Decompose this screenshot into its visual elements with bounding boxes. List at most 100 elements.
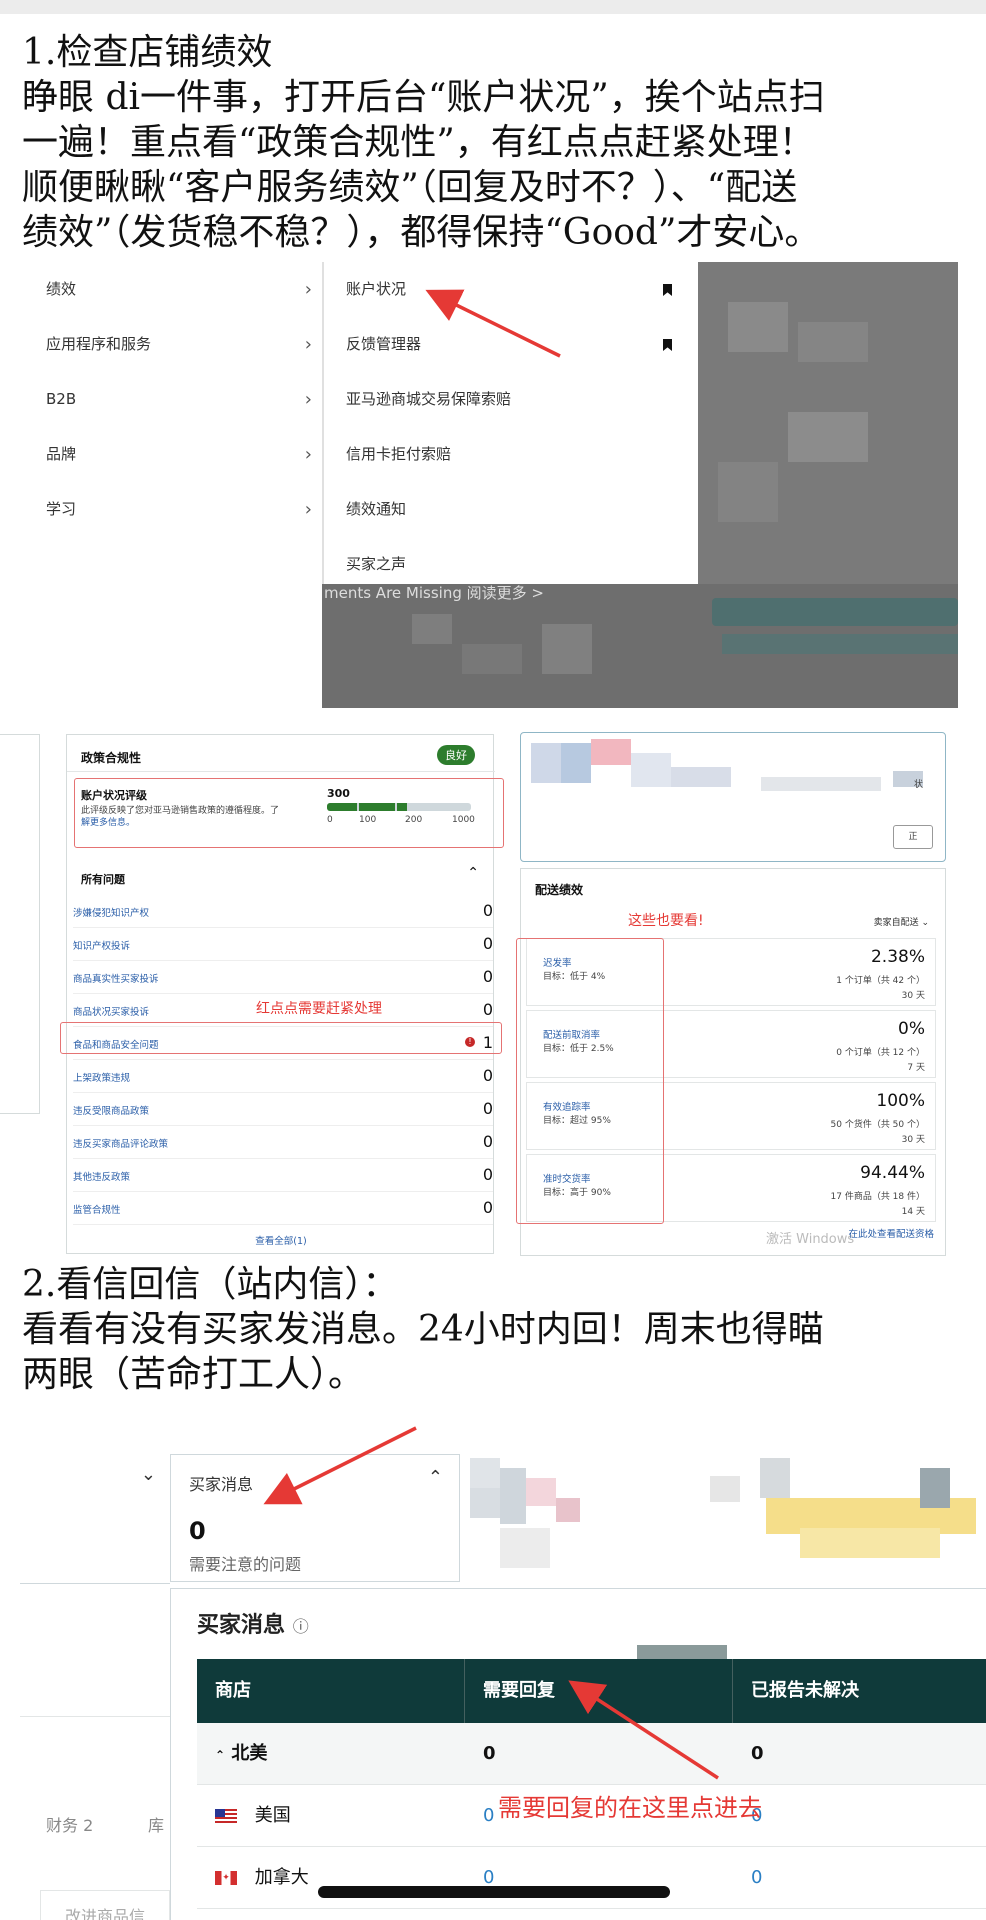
info-icon[interactable]: ⓘ [293, 1617, 309, 1636]
buyer-messages-table-card: 买家消息 ⓘ 商店 需要回复 已报告未解决 ⌃ 北美 0 0 美国 0 0 ✦ … [170, 1588, 986, 1920]
issue-count: 0 [482, 934, 493, 953]
menu-item-performance[interactable]: 绩效 › [46, 262, 322, 317]
submenu-panel: 账户状况 反馈管理器 亚马逊商城交易保障索赔 信用卡拒付索赔 绩效通知 买家之声 [322, 262, 698, 584]
table-title-text: 买家消息 [197, 1613, 286, 1638]
issue-count: 0 [482, 1099, 493, 1118]
reported-count-link[interactable]: 0 [733, 1847, 986, 1909]
issue-label: 涉嫌侵犯知识产权 [73, 908, 150, 919]
dimmed-notice-text: ments Are Missing 阅读更多 > [324, 584, 544, 602]
home-indicator[interactable] [318, 1886, 670, 1898]
section1-text: 1.检查店铺绩效 睁眼 di一件事，打开后台“账户状况”，挨个站点扫 一遍！重点… [22, 30, 972, 255]
menu-item-label: 应用程序和服务 [46, 335, 152, 353]
section1-line: 绩效”（发货稳不稳？），都得保持“Good”才安心。 [22, 212, 821, 253]
metric-period: 7 天 [907, 1063, 925, 1073]
highlight-box-metrics [516, 938, 664, 1224]
menu-item-apps[interactable]: 应用程序和服务 › [46, 317, 322, 372]
column-header-needs-reply[interactable]: 需要回复 [465, 1659, 733, 1723]
card-desc: 需要注意的问题 [189, 1555, 302, 1574]
policy-title: 政策合规性 [81, 751, 142, 765]
status-bar [0, 0, 986, 14]
chevron-up-icon[interactable]: ⌃ [467, 865, 479, 881]
menu-left-panel: 绩效 › 应用程序和服务 › B2B › 品牌 › 学习 › [22, 262, 322, 582]
status-badge: 良好 [437, 745, 475, 765]
issue-label: 违反买家商品评论政策 [73, 1139, 169, 1150]
chevron-right-icon: › [304, 444, 312, 465]
store-cell: ✦ 加拿大 [197, 1847, 465, 1909]
left-stub-card [0, 734, 40, 1114]
fulfillment-filter[interactable]: 卖家自配送 ⌄ [874, 915, 929, 928]
left-stub-improve: 改进商品信 [65, 1907, 146, 1920]
section1-line: 睁眼 di一件事，打开后台“账户状况”，挨个站点扫 [22, 77, 825, 118]
section2-text: 2.看信回信（站内信）： 看看有没有买家发消息。24小时内回！周末也得瞄 两眼（… [22, 1262, 972, 1397]
region-cell: ⌃ 北美 [197, 1723, 465, 1785]
metric-period: 30 天 [901, 1135, 925, 1145]
submenu-item-feedback[interactable]: 反馈管理器 [346, 317, 686, 372]
chevron-down-icon[interactable]: ⌄ [141, 1464, 156, 1485]
table-header: 商店 需要回复 已报告未解决 [197, 1659, 986, 1723]
blurred-card: 状 正 [520, 732, 946, 862]
table-row-region[interactable]: ⌃ 北美 0 0 [197, 1723, 986, 1785]
side-button[interactable]: 正 [893, 825, 933, 849]
region-name: 北美 [231, 1743, 268, 1764]
section2-line: 2.看信回信（站内信）： [22, 1264, 399, 1305]
buyer-messages-card[interactable]: 买家消息 ⌃ 0 需要注意的问题 [170, 1454, 460, 1582]
bookmark-icon[interactable] [663, 339, 672, 351]
highlight-box-alert [60, 1022, 502, 1054]
delivery-title: 配送绩效 [535, 883, 584, 897]
menu-screenshot: 绩效 › 应用程序和服务 › B2B › 品牌 › 学习 › 账户状况 反馈管理… [22, 262, 958, 708]
metric-value: 94.44% [860, 1163, 925, 1183]
issue-row[interactable]: 违反买家商品评论政策 0 [73, 1126, 493, 1159]
left-collapsed-card: ⌄ [20, 1454, 170, 1584]
submenu-item-label: 绩效通知 [346, 500, 407, 518]
reply-count-link[interactable]: 0 [465, 1847, 733, 1909]
metric-value: 0% [898, 1019, 925, 1039]
issue-count: 0 [482, 1000, 493, 1019]
store-name: 加拿大 [254, 1867, 309, 1888]
menu-item-label: 绩效 [46, 280, 77, 298]
region-reported: 0 [751, 1743, 764, 1764]
bookmark-icon[interactable] [663, 284, 672, 296]
card-title: 买家消息 [189, 1475, 254, 1494]
issues-title: 所有问题 [81, 873, 125, 886]
issue-count: 0 [482, 1165, 493, 1184]
menu-item-b2b[interactable]: B2B › [46, 372, 322, 427]
region-reply: 0 [483, 1743, 496, 1764]
column-header-store[interactable]: 商店 [197, 1659, 465, 1723]
us-flag-icon [215, 1809, 237, 1823]
store-name: 美国 [254, 1805, 291, 1826]
submenu-item-chargeback[interactable]: 信用卡拒付索赔 [346, 427, 686, 482]
table-row[interactable]: ✦ 加拿大 0 0 [197, 1847, 986, 1909]
issue-row[interactable]: 违反受限商品政策 0 [73, 1093, 493, 1126]
issue-row[interactable]: 上架政策违规 0 [73, 1060, 493, 1093]
issue-row[interactable]: 商品真实性买家投诉 0 [73, 961, 493, 994]
buyer-messages-screenshot: ⌄ 财务 2 库 改进商品信 买家消息 ⌃ 0 需要注意的问题 买家消息 ⓘ 商… [0, 1418, 986, 1920]
reported-count-link[interactable]: 0 [733, 1785, 986, 1847]
issue-row[interactable]: 知识产权投诉 0 [73, 928, 493, 961]
section1-line: 顺便瞅瞅“客户服务绩效”（回复及时不？）、“配送 [22, 167, 798, 208]
submenu-item-account-health[interactable]: 账户状况 [346, 262, 686, 317]
menu-item-brand[interactable]: 品牌 › [46, 427, 322, 482]
column-header-reported[interactable]: 已报告未解决 [733, 1659, 986, 1723]
chevron-up-icon[interactable]: ⌃ [215, 1748, 225, 1762]
submenu-item-az-claims[interactable]: 亚马逊商城交易保障索赔 [346, 372, 686, 427]
chevron-right-icon: › [304, 334, 312, 355]
performance-screenshot: 政策合规性 良好 账户状况评级 此评级反映了您对亚马逊销售政策的遵循程度。了 解… [0, 728, 986, 1256]
issue-label: 其他违反政策 [73, 1172, 131, 1183]
chevron-right-icon: › [304, 499, 312, 520]
card-count: 0 [189, 1517, 206, 1545]
view-all-link[interactable]: 查看全部(1) [67, 1233, 495, 1247]
annotation-red-dot: 红点点需要赶紧处理 [256, 1001, 382, 1017]
issue-row[interactable]: 监管合规性 0 [73, 1192, 493, 1225]
submenu-item-label: 亚马逊商城交易保障索赔 [346, 390, 512, 408]
left-stub-inventory[interactable]: 库 [148, 1812, 164, 1836]
issue-label: 商品状况买家投诉 [73, 1007, 150, 1018]
table-title: 买家消息 ⓘ [197, 1607, 309, 1639]
issue-row[interactable]: 涉嫌侵犯知识产权 0 [73, 895, 493, 928]
menu-item-label: 学习 [46, 500, 77, 518]
submenu-item-notifications[interactable]: 绩效通知 [346, 482, 686, 537]
left-stub-finance[interactable]: 财务 2 [46, 1812, 93, 1836]
menu-item-learn[interactable]: 学习 › [46, 482, 322, 537]
delivery-footer-link[interactable]: 在此处查看配送资格 [848, 1226, 934, 1240]
issue-row[interactable]: 其他违反政策 0 [73, 1159, 493, 1192]
chevron-up-icon[interactable]: ⌃ [428, 1467, 443, 1488]
